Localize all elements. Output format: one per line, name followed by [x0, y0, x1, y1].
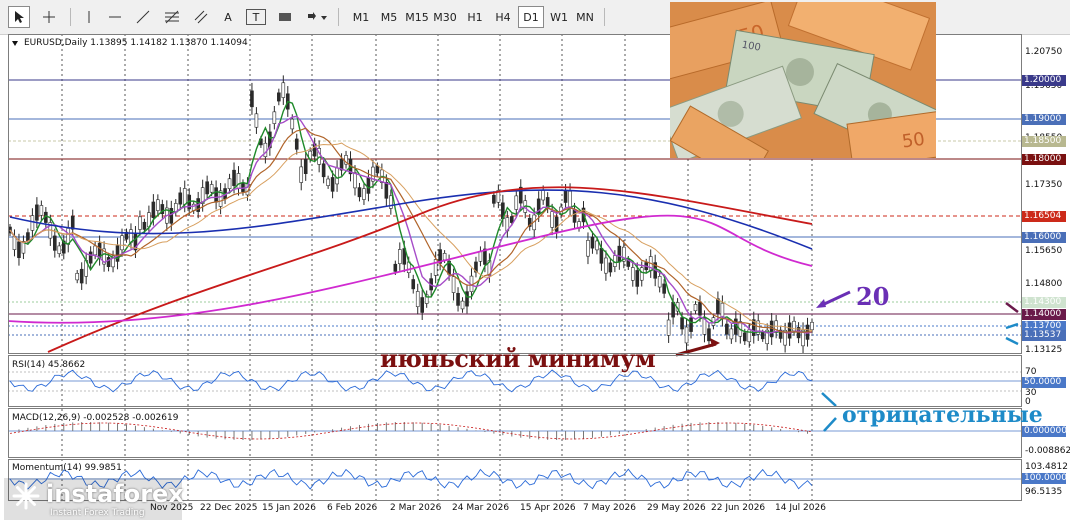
- channel-button[interactable]: [190, 6, 212, 28]
- banknotes-photo: 50 100 50: [670, 2, 936, 158]
- momentum-low-label: 96.5135: [1025, 487, 1063, 497]
- date-axis-label: 15 Apr 2026: [520, 503, 576, 513]
- rsi-title: RSI(14) 45.8662: [12, 360, 86, 370]
- price-axis-label: 1.20750: [1025, 47, 1063, 57]
- timeframe-m30-button[interactable]: M30: [432, 6, 458, 28]
- date-axis-label: 22 Dec 2025: [200, 503, 258, 513]
- banknotes-image-icon: 50 100 50: [670, 2, 936, 158]
- date-axis-label: 29 May 2026: [647, 503, 706, 513]
- timeframe-h4-button[interactable]: H4: [490, 6, 516, 28]
- vertical-line-button[interactable]: [78, 6, 100, 28]
- price-tag: 1.20000: [1022, 75, 1066, 86]
- price-tag: 1.16000: [1022, 232, 1066, 243]
- twenty-annotation: 20: [856, 282, 890, 311]
- chart-header: EURUSD,Daily 1.13895 1.14182 1.13870 1.1…: [24, 38, 248, 48]
- trendline-button[interactable]: [132, 6, 154, 28]
- momentum-tag: 100.0000: [1022, 473, 1067, 484]
- rectangle-button[interactable]: [274, 6, 296, 28]
- crosshair-icon: [43, 11, 55, 23]
- fibonacci-icon: [165, 10, 179, 24]
- timeframe-mn-button[interactable]: MN: [572, 6, 598, 28]
- timeframe-h1-button[interactable]: H1: [462, 6, 488, 28]
- price-axis-label: 1.13125: [1025, 345, 1063, 355]
- trendline-icon: [136, 10, 150, 24]
- text-tool-button[interactable]: A: [218, 6, 238, 28]
- fibonacci-button[interactable]: [160, 6, 184, 28]
- macd-low-label: -0.008862: [1025, 446, 1070, 456]
- price-tag: 1.14300: [1022, 297, 1066, 308]
- price-tag: 1.14000: [1022, 309, 1066, 320]
- timeframe-m5-button[interactable]: M5: [376, 6, 402, 28]
- logo-tagline: Instant Forex Trading: [50, 508, 145, 518]
- arrows-icon: [308, 12, 327, 20]
- svg-text:50: 50: [901, 129, 927, 153]
- price-tag: 1.18500: [1022, 136, 1066, 147]
- price-tag: 1.19000: [1022, 114, 1066, 125]
- rsi-level-70: 70: [1025, 367, 1037, 377]
- channel-icon: [194, 10, 208, 24]
- price-tag: 1.18000: [1022, 154, 1066, 165]
- date-axis-label: Nov 2025: [150, 503, 194, 513]
- arrows-dropdown-button[interactable]: [304, 6, 330, 28]
- momentum-high-label: 103.4812: [1025, 462, 1068, 472]
- label-tool-button[interactable]: T: [246, 9, 266, 25]
- cursor-icon: [15, 11, 24, 23]
- price-axis-label: 1.14800: [1025, 279, 1063, 289]
- crosshair-tool-button[interactable]: [38, 6, 60, 28]
- date-axis-label: 15 Jan 2026: [262, 503, 316, 513]
- cursor-tool-button[interactable]: [8, 6, 30, 28]
- price-axis-label: 1.15650: [1025, 246, 1063, 256]
- vertical-line-icon: [88, 11, 90, 23]
- horizontal-line-icon: [109, 16, 121, 18]
- rsi-tag: 50.0000: [1022, 377, 1066, 388]
- date-axis-label: 22 Jun 2026: [711, 503, 766, 513]
- macd-title: MACD(12,26,9) -0.002528 -0.002619: [12, 413, 179, 423]
- timeframe-m15-button[interactable]: M15: [404, 6, 430, 28]
- date-axis-label: 24 Mar 2026: [452, 503, 510, 513]
- price-tag: 1.16504: [1022, 211, 1066, 222]
- price-axis-label: 1.17350: [1025, 180, 1063, 190]
- price-tag: 1.13537: [1022, 330, 1066, 341]
- date-axis-label: 6 Feb 2026: [327, 503, 378, 513]
- momentum-title: Momentum(14) 99.9851: [12, 463, 122, 473]
- june-minimum-annotation: июньский минимум: [380, 344, 656, 373]
- rectangle-icon: [279, 13, 291, 21]
- horizontal-line-button[interactable]: [104, 6, 126, 28]
- collapse-triangle-icon[interactable]: [12, 41, 18, 46]
- timeframe-d1-button[interactable]: D1: [518, 6, 544, 28]
- timeframe-w1-button[interactable]: W1: [546, 6, 572, 28]
- date-axis-label: 7 May 2026: [583, 503, 636, 513]
- date-axis-label: 2 Mar 2026: [390, 503, 442, 513]
- timeframe-m1-button[interactable]: M1: [348, 6, 374, 28]
- instaforex-logo: instaforex Instant Forex Trading: [4, 478, 184, 520]
- date-axis-label: 14 Jul 2026: [775, 503, 826, 513]
- negative-annotation: отрицательные: [842, 402, 1043, 428]
